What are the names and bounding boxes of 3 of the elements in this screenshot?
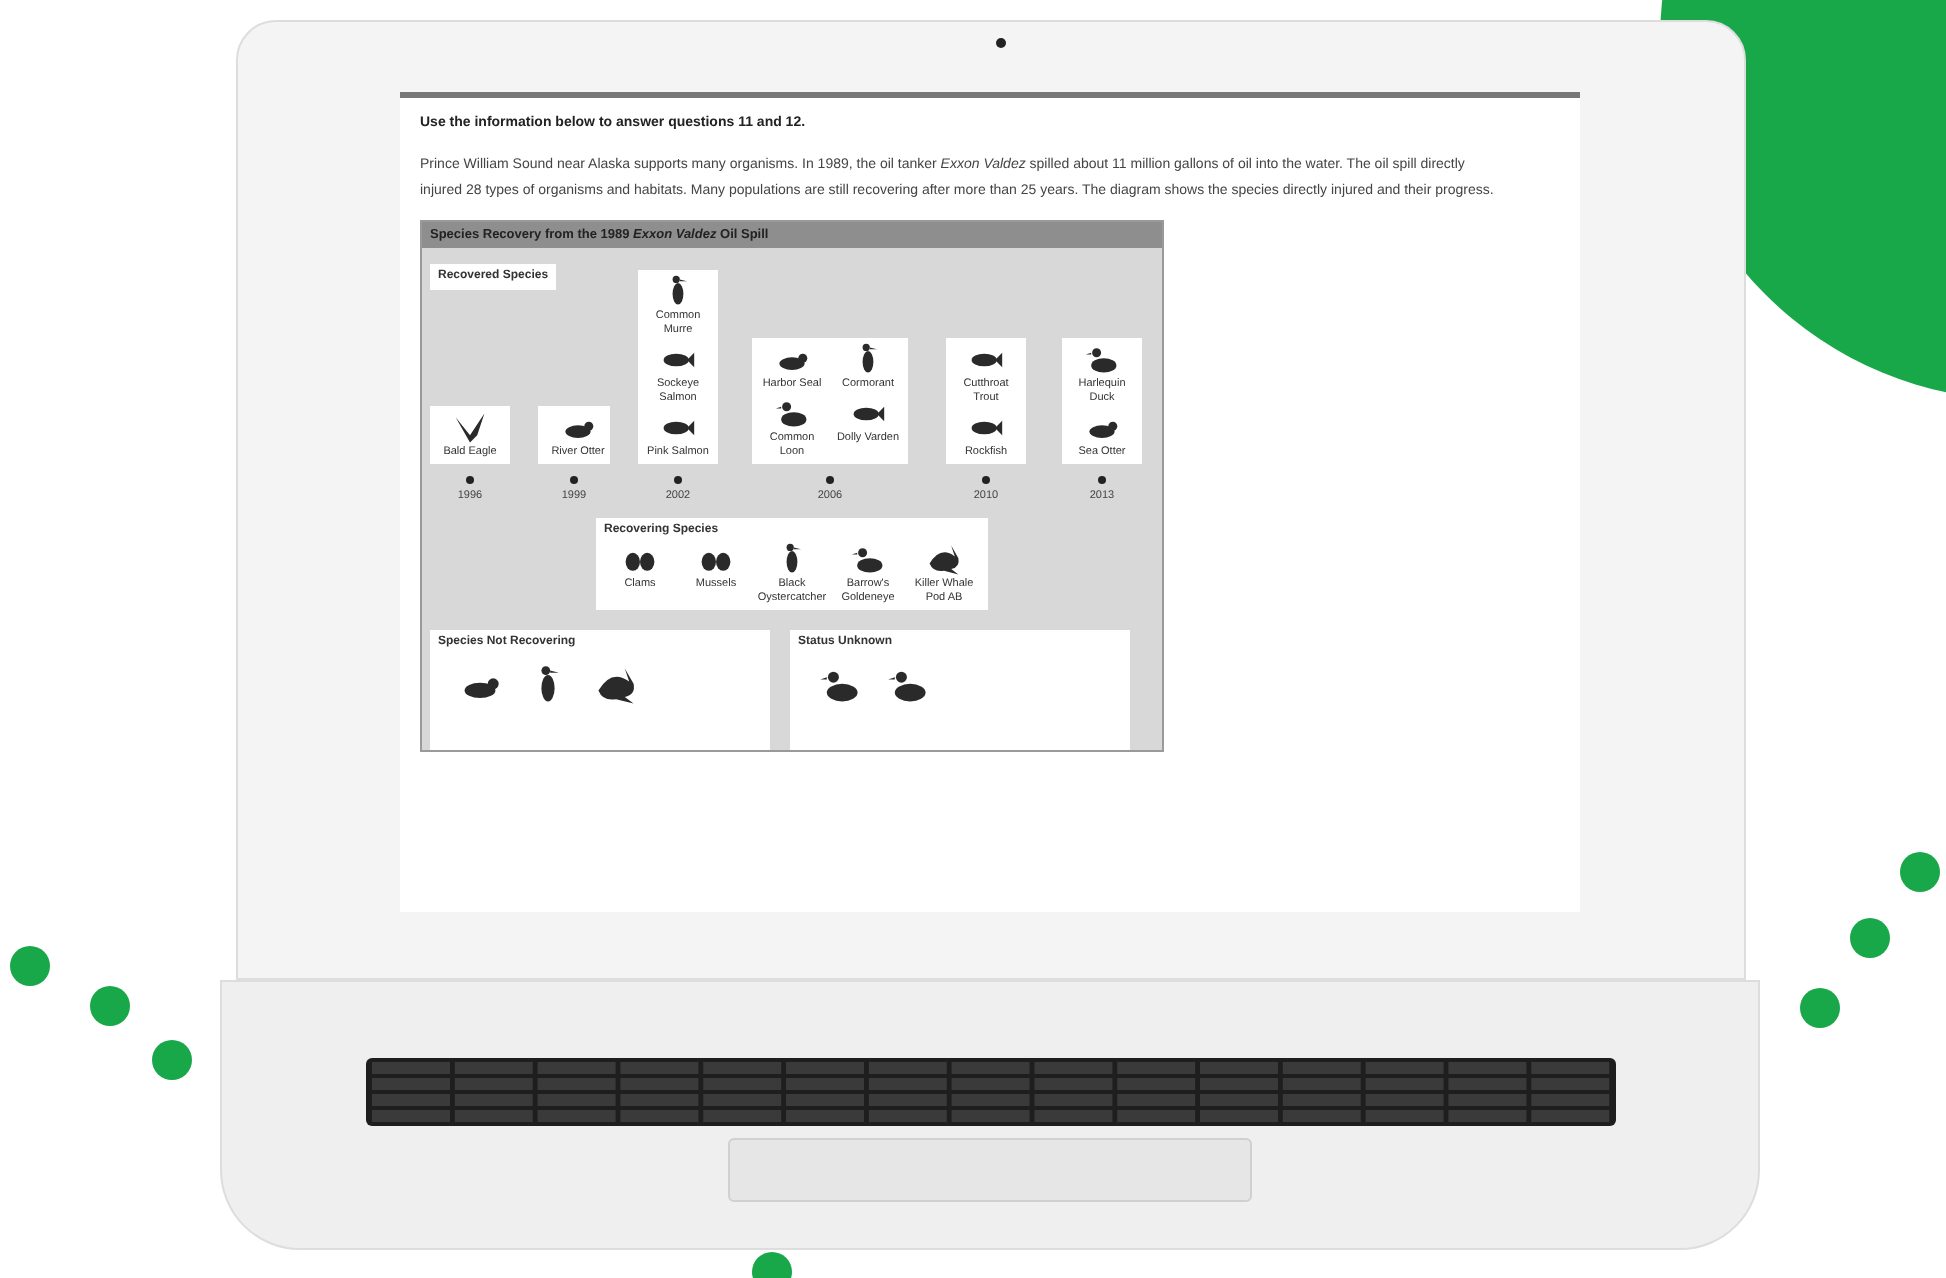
camera-icon xyxy=(995,38,1005,48)
duck-icon xyxy=(1084,342,1120,379)
duck-icon xyxy=(774,396,810,433)
